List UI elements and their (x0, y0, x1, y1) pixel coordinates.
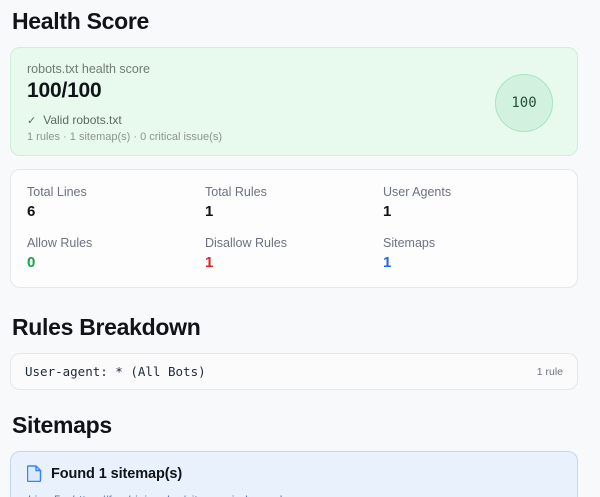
stat-value: 1 (383, 254, 392, 271)
sitemap-line-row: Line 5: https://freshjuice.dev/sitemap-i… (27, 493, 561, 497)
health-score-details: robots.txt health score 100/100 ✓ Valid … (27, 62, 222, 143)
stat-label: User Agents (383, 185, 452, 199)
sitemap-url-link[interactable]: https://freshjuice.dev/sitemap-index.xml (72, 493, 282, 497)
stat-value: 1 (383, 203, 392, 220)
sitemap-found-label: Found 1 sitemap(s) (51, 465, 183, 482)
rule-entry: User-agent: * (All Bots) (25, 364, 206, 379)
sitemap-line-label: Line 5: (28, 493, 64, 497)
rules-breakdown-heading: Rules Breakdown (12, 314, 201, 340)
stat-sitemaps: Sitemaps 1 (383, 236, 561, 271)
sitemap-card-header: Found 1 sitemap(s) (27, 465, 561, 482)
report-page: Health Score robots.txt health score 100… (0, 0, 600, 497)
health-score-label: robots.txt health score (27, 62, 150, 76)
stat-total-rules: Total Rules 1 (205, 185, 383, 220)
sitemap-card: Found 1 sitemap(s) Line 5: https://fresh… (10, 451, 578, 497)
check-icon: ✓ (27, 114, 37, 127)
score-badge: 100 (495, 73, 553, 132)
stat-label: Total Rules (205, 185, 267, 199)
stat-user-agents: User Agents 1 (383, 185, 561, 220)
stat-value: 6 (27, 203, 36, 220)
stat-label: Allow Rules (27, 236, 93, 250)
stat-label: Disallow Rules (205, 236, 287, 250)
health-score-card: robots.txt health score 100/100 ✓ Valid … (10, 47, 578, 156)
sitemaps-heading: Sitemaps (12, 412, 112, 438)
valid-message: Valid robots.txt (43, 113, 122, 127)
stat-disallow-rules: Disallow Rules 1 (205, 236, 383, 271)
health-score-value: 100/100 (27, 79, 102, 102)
rule-row: User-agent: * (All Bots) 1 rule (10, 353, 578, 390)
stat-label: Total Lines (27, 185, 87, 199)
valid-status-row: ✓ Valid robots.txt (27, 113, 222, 127)
stats-card: Total Lines 6 Total Rules 1 User Agents … (10, 169, 578, 288)
health-summary: 1 rules · 1 sitemap(s) · 0 critical issu… (27, 131, 222, 143)
health-score-heading: Health Score (12, 8, 150, 34)
stat-value: 1 (205, 203, 214, 220)
stat-label: Sitemaps (383, 236, 436, 250)
document-icon (27, 465, 42, 482)
stat-value: 0 (27, 254, 36, 271)
stat-allow-rules: Allow Rules 0 (27, 236, 205, 271)
stat-value: 1 (205, 254, 214, 271)
rule-count-label: 1 rule (536, 365, 563, 378)
stat-total-lines: Total Lines 6 (27, 185, 205, 220)
